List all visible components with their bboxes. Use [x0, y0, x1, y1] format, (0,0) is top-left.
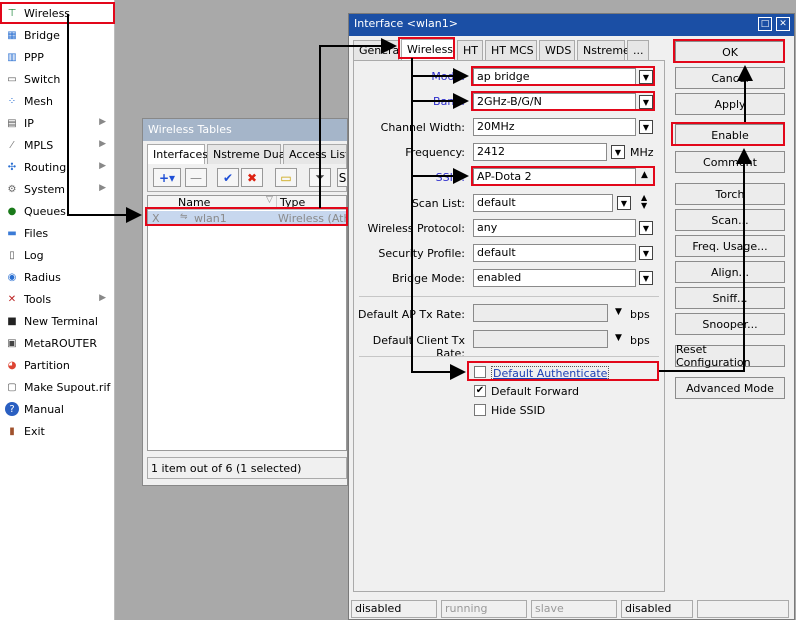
annotation-arrows	[67, 14, 753, 380]
arrow-to-enable	[659, 148, 752, 372]
arrow-tab-to-authenticate	[411, 58, 466, 380]
arrow-row-to-tab	[319, 38, 397, 208]
arrow-wireless-to-row	[67, 14, 142, 223]
